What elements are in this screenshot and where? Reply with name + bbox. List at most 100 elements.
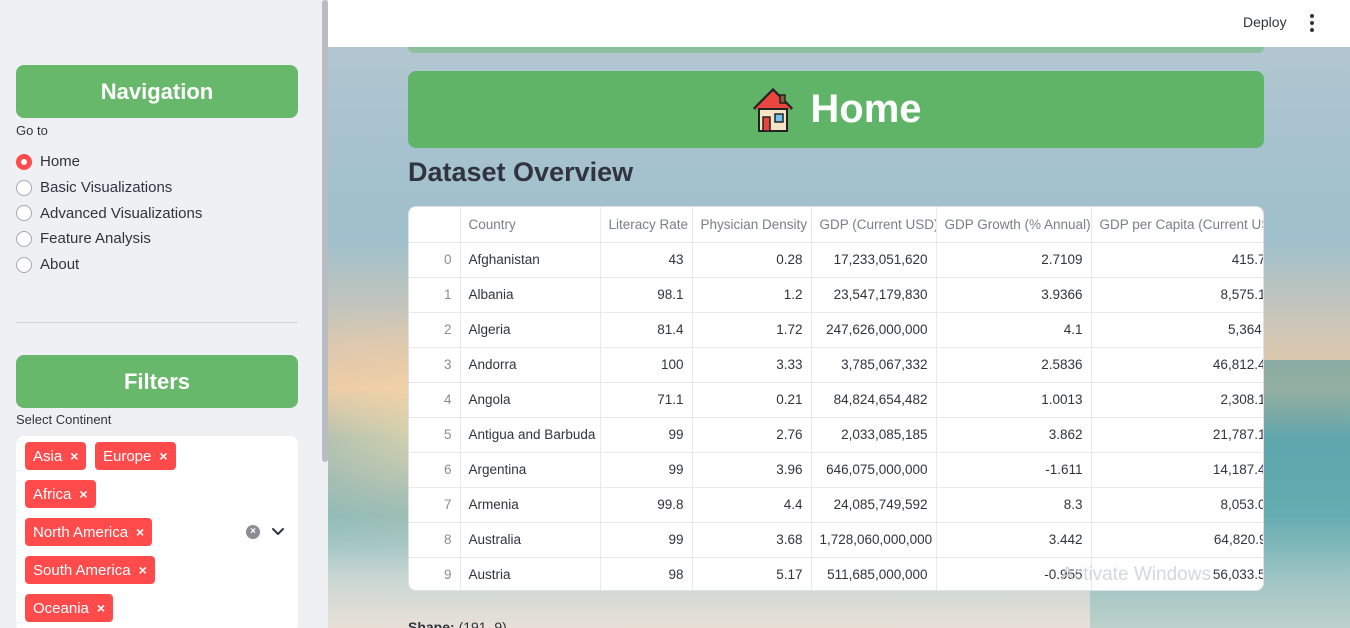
cell-literacy-rate[interactable]: 71.1	[600, 382, 693, 418]
table-row[interactable]: 1 Albania 98.1 1.2 23,547,179,830 3.9366…	[409, 277, 1263, 313]
column-header-physician-density[interactable]: Physician Density	[692, 207, 812, 243]
cell-gdp[interactable]: 17,233,051,620	[811, 242, 937, 278]
cell-country[interactable]: Argentina	[460, 452, 601, 488]
chevron-down-icon[interactable]	[270, 521, 286, 541]
cell-gdp-per-capita[interactable]: 5,364.02	[1091, 312, 1263, 348]
radio-home[interactable]: Home	[16, 149, 202, 175]
column-header-index[interactable]	[409, 207, 461, 243]
clear-all-icon[interactable]: ×	[246, 525, 260, 539]
column-header-country[interactable]: Country	[460, 207, 601, 243]
cell-gdp-per-capita[interactable]: 8,053.010	[1091, 487, 1263, 523]
cell-physician-density[interactable]: 3.33	[692, 347, 812, 383]
table-row[interactable]: 3 Andorra 100 3.33 3,785,067,332 2.5836 …	[409, 347, 1263, 383]
cell-physician-density[interactable]: 1.72	[692, 312, 812, 348]
cell-gdp[interactable]: 3,785,067,332	[811, 347, 937, 383]
radio-button[interactable]	[16, 205, 32, 222]
column-header-gdp-growth[interactable]: GDP Growth (% Annual)	[936, 207, 1092, 243]
column-header-literacy-rate[interactable]: Literacy Rate	[600, 207, 693, 243]
cell-gdp-per-capita[interactable]: 14,187.482	[1091, 452, 1263, 488]
cell-country[interactable]: Andorra	[460, 347, 601, 383]
cell-physician-density[interactable]: 3.96	[692, 452, 812, 488]
table-row[interactable]: 2 Algeria 81.4 1.72 247,626,000,000 4.1 …	[409, 312, 1263, 348]
tag-remove-icon[interactable]: ×	[79, 486, 87, 502]
cell-gdp[interactable]: 2,033,085,185	[811, 417, 937, 453]
cell-physician-density[interactable]: 3.68	[692, 522, 812, 558]
continent-multiselect[interactable]: Asia × Europe × Africa × North America ×…	[16, 436, 298, 628]
cell-gdp-per-capita[interactable]: 64,820.911	[1091, 522, 1263, 558]
cell-gdp-per-capita[interactable]: 2,308.159	[1091, 382, 1263, 418]
cell-physician-density[interactable]: 0.28	[692, 242, 812, 278]
cell-country[interactable]: Angola	[460, 382, 601, 418]
cell-gdp[interactable]: 646,075,000,000	[811, 452, 937, 488]
cell-gdp-growth[interactable]: 4.1	[936, 312, 1092, 348]
tag-remove-icon[interactable]: ×	[136, 524, 144, 540]
cell-gdp-growth[interactable]: -1.611	[936, 452, 1092, 488]
cell-gdp-per-capita[interactable]: 21,787.101	[1091, 417, 1263, 453]
cell-gdp-per-capita[interactable]: 8,575.171	[1091, 277, 1263, 313]
table-row[interactable]: 0 Afghanistan 43 0.28 17,233,051,620 2.7…	[409, 242, 1263, 278]
dataset-shape: Shape: (191, 9)	[408, 619, 507, 628]
top-header: Deploy	[328, 0, 1350, 47]
cell-physician-density[interactable]: 5.17	[692, 557, 812, 590]
cell-physician-density[interactable]: 0.21	[692, 382, 812, 418]
tag-remove-icon[interactable]: ×	[70, 448, 78, 464]
cell-literacy-rate[interactable]: 100	[600, 347, 693, 383]
column-header-gdp[interactable]: GDP (Current USD)	[811, 207, 937, 243]
cell-gdp[interactable]: 511,685,000,000	[811, 557, 937, 590]
table-row[interactable]: 5 Antigua and Barbuda 99 2.76 2,033,085,…	[409, 417, 1263, 453]
cell-physician-density[interactable]: 1.2	[692, 277, 812, 313]
radio-feature-analysis[interactable]: Feature Analysis	[16, 226, 202, 252]
cell-gdp-growth[interactable]: 3.862	[936, 417, 1092, 453]
cell-literacy-rate[interactable]: 43	[600, 242, 693, 278]
cell-country[interactable]: Armenia	[460, 487, 601, 523]
cell-physician-density[interactable]: 4.4	[692, 487, 812, 523]
radio-button[interactable]	[16, 230, 32, 247]
cell-literacy-rate[interactable]: 81.4	[600, 312, 693, 348]
column-header-gdp-per-capita[interactable]: GDP per Capita (Current USD)	[1091, 207, 1263, 243]
cell-gdp-growth[interactable]: 1.0013	[936, 382, 1092, 418]
dataset-table[interactable]: Country Literacy Rate Physician Density …	[408, 206, 1264, 591]
radio-advanced-visualizations[interactable]: Advanced Visualizations	[16, 200, 202, 226]
radio-about[interactable]: About	[16, 252, 202, 278]
main-menu-icon[interactable]	[1308, 14, 1316, 32]
cell-country[interactable]: Albania	[460, 277, 601, 313]
cell-gdp[interactable]: 84,824,654,482	[811, 382, 937, 418]
cell-country[interactable]: Australia	[460, 522, 601, 558]
cell-gdp-growth[interactable]: 3.442	[936, 522, 1092, 558]
cell-gdp[interactable]: 1,728,060,000,000	[811, 522, 937, 558]
table-row[interactable]: 4 Angola 71.1 0.21 84,824,654,482 1.0013…	[409, 382, 1263, 418]
tag-remove-icon[interactable]: ×	[139, 562, 147, 578]
radio-basic-visualizations[interactable]: Basic Visualizations	[16, 175, 202, 201]
cell-gdp-growth[interactable]: 3.9366	[936, 277, 1092, 313]
cell-literacy-rate[interactable]: 99	[600, 522, 693, 558]
cell-gdp-per-capita[interactable]: 415.707	[1091, 242, 1263, 278]
table-row[interactable]: 8 Australia 99 3.68 1,728,060,000,000 3.…	[409, 522, 1263, 558]
cell-literacy-rate[interactable]: 98.1	[600, 277, 693, 313]
tag-remove-icon[interactable]: ×	[159, 448, 167, 464]
radio-button[interactable]	[16, 179, 32, 196]
table-row[interactable]: 7 Armenia 99.8 4.4 24,085,749,592 8.3 8,…	[409, 487, 1263, 523]
cell-gdp-growth[interactable]: 2.5836	[936, 347, 1092, 383]
radio-button-checked[interactable]	[16, 153, 32, 170]
goto-label: Go to	[16, 123, 48, 138]
cell-gdp-growth[interactable]: 8.3	[936, 487, 1092, 523]
cell-country[interactable]: Antigua and Barbuda	[460, 417, 601, 453]
radio-button[interactable]	[16, 256, 32, 273]
cell-gdp[interactable]: 247,626,000,000	[811, 312, 937, 348]
table-row[interactable]: 6 Argentina 99 3.96 646,075,000,000 -1.6…	[409, 452, 1263, 488]
cell-gdp-growth[interactable]: 2.7109	[936, 242, 1092, 278]
cell-literacy-rate[interactable]: 99	[600, 452, 693, 488]
cell-literacy-rate[interactable]: 98	[600, 557, 693, 590]
deploy-button[interactable]: Deploy	[1243, 14, 1287, 30]
cell-literacy-rate[interactable]: 99	[600, 417, 693, 453]
cell-physician-density[interactable]: 2.76	[692, 417, 812, 453]
cell-country[interactable]: Austria	[460, 557, 601, 590]
cell-country[interactable]: Algeria	[460, 312, 601, 348]
tag-remove-icon[interactable]: ×	[97, 600, 105, 616]
house-icon	[753, 87, 794, 132]
cell-literacy-rate[interactable]: 99.8	[600, 487, 693, 523]
cell-country[interactable]: Afghanistan	[460, 242, 601, 278]
cell-gdp[interactable]: 24,085,749,592	[811, 487, 937, 523]
cell-gdp[interactable]: 23,547,179,830	[811, 277, 937, 313]
cell-gdp-per-capita[interactable]: 46,812.448	[1091, 347, 1263, 383]
